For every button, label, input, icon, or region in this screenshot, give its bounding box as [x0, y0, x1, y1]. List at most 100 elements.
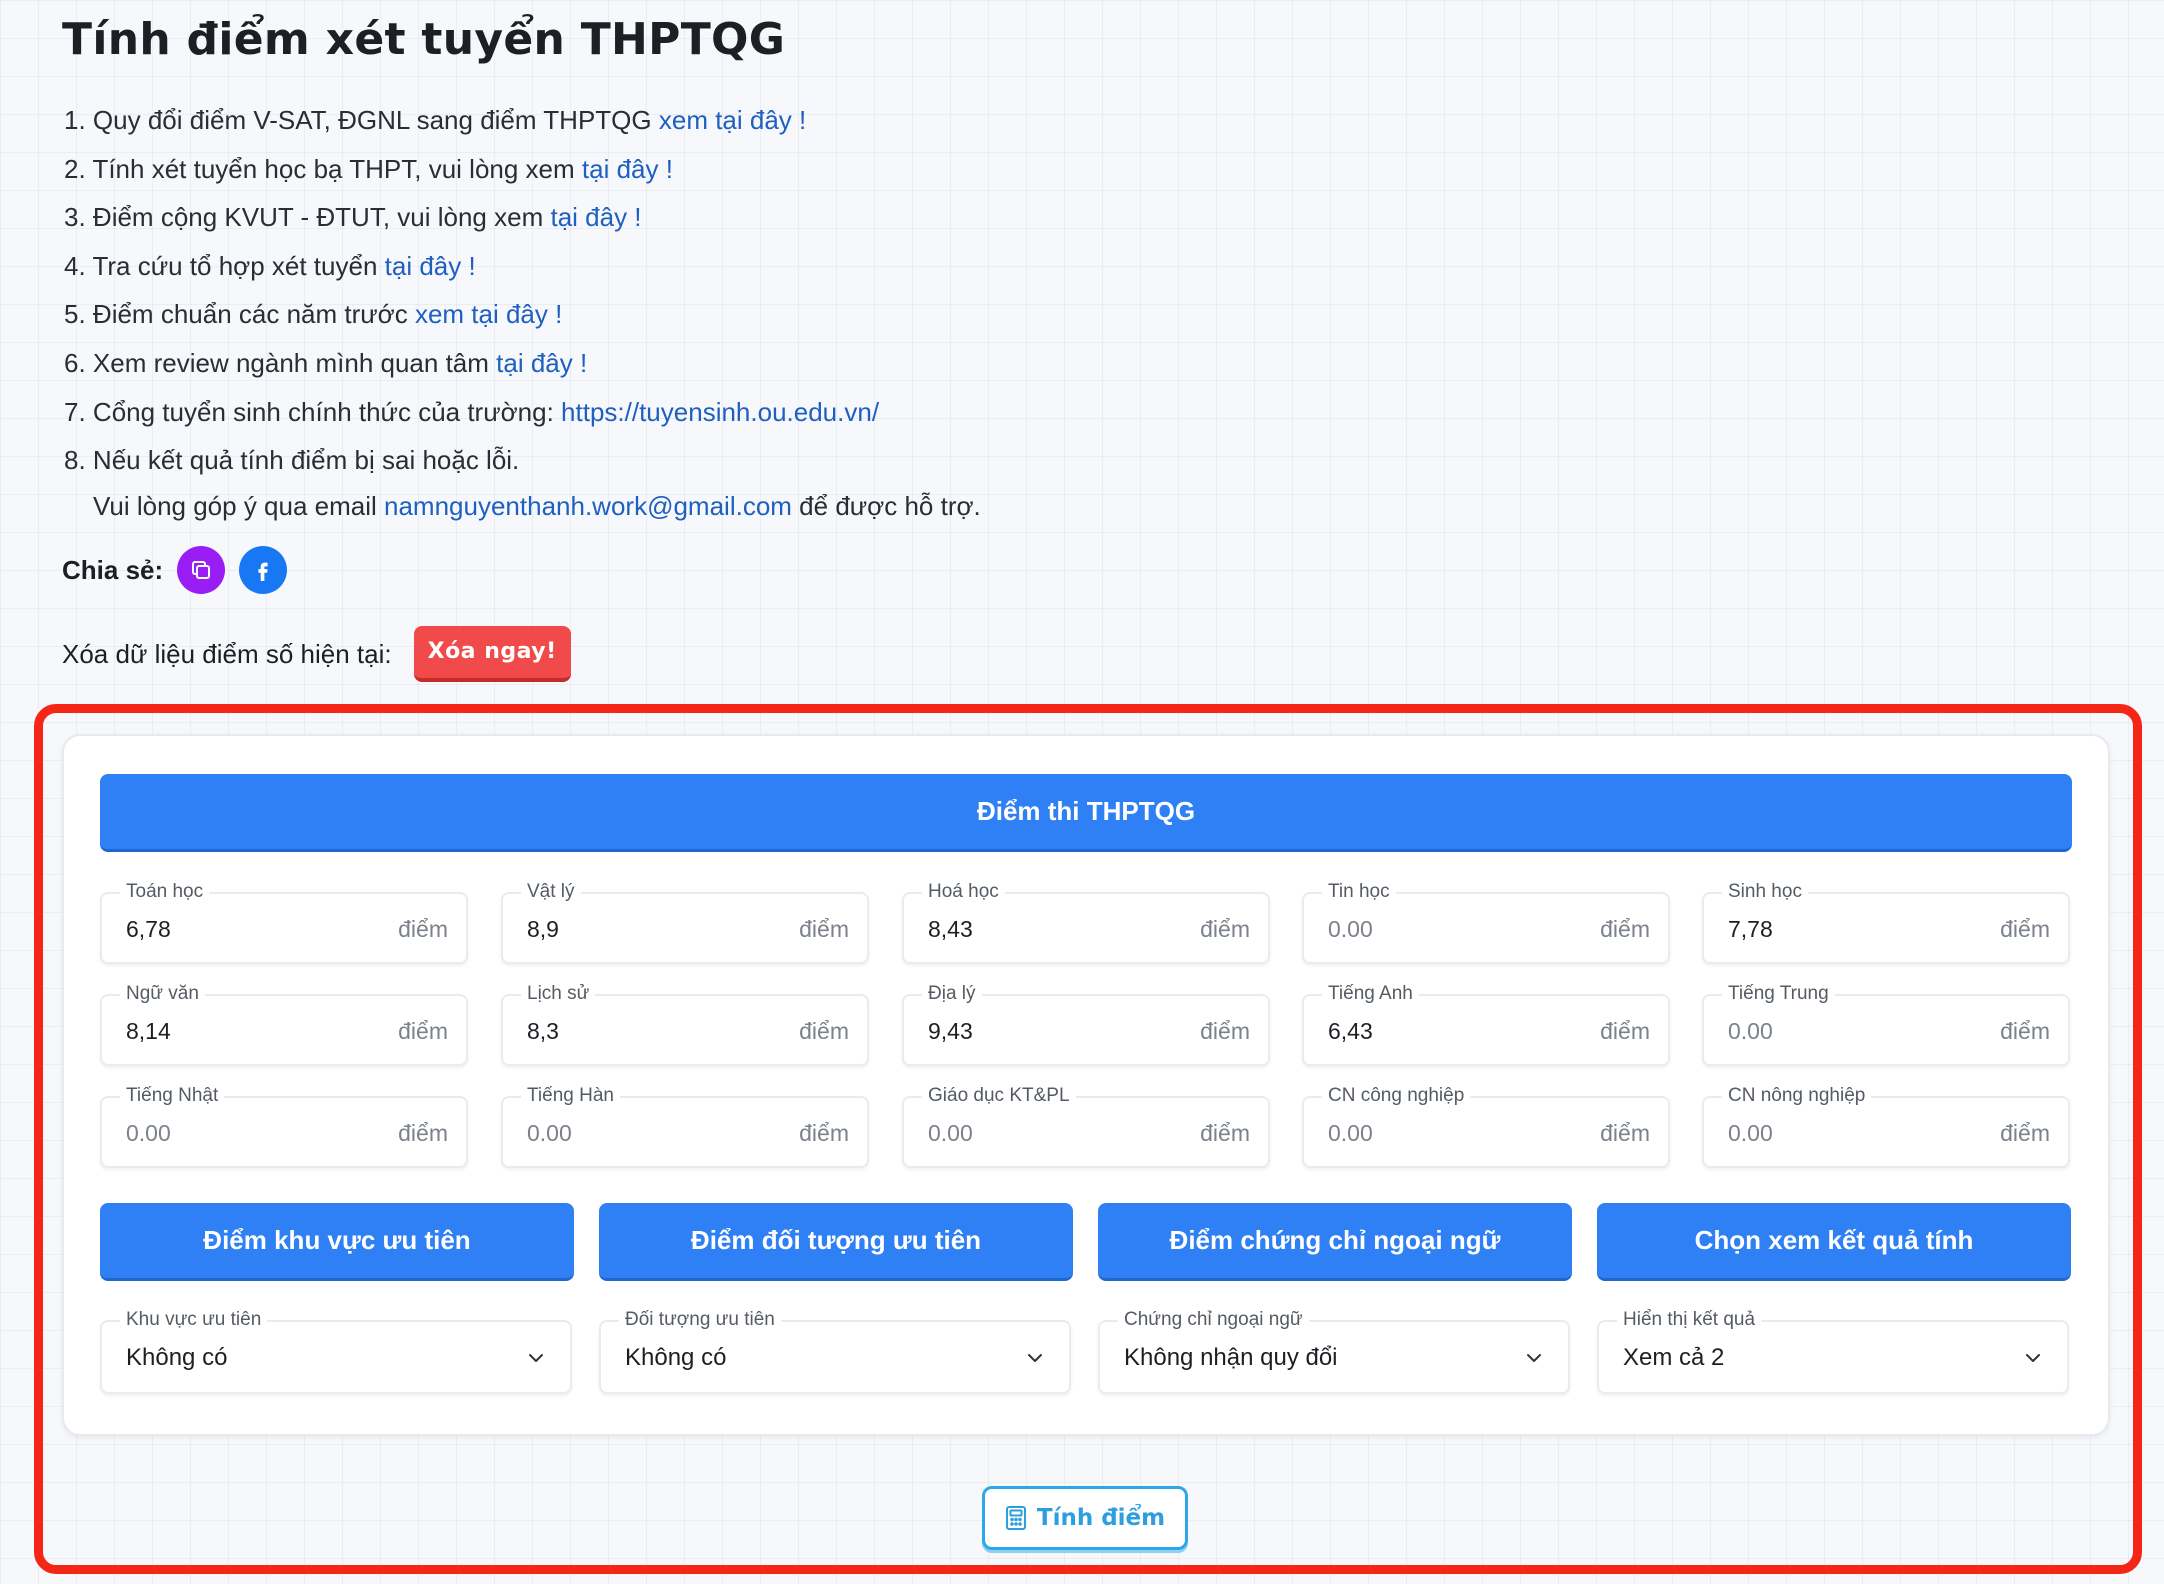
field-unit: điểm: [1600, 1120, 1650, 1146]
kvut-link[interactable]: tại đây !: [550, 202, 641, 232]
field-unit: điểm: [1200, 1018, 1250, 1044]
vsat-convert-link[interactable]: xem tại đây !: [659, 105, 806, 135]
copy-link-button[interactable]: [177, 546, 226, 594]
field-value: 6,78: [126, 916, 171, 942]
result-view-header[interactable]: Chọn xem kết quả tính: [1597, 1203, 2071, 1281]
item-number: 4.: [64, 250, 86, 281]
list-item: 6. Xem review ngành mình quan tâm tại đâ…: [64, 339, 981, 388]
field-placeholder: 0.00: [1328, 1120, 1373, 1146]
field-value: 6,43: [1328, 1018, 1373, 1044]
select-label: Đối tượng ưu tiên: [619, 1309, 781, 1331]
field-value: 8,3: [527, 1018, 559, 1044]
field-unit: điểm: [398, 1018, 448, 1044]
tohop-link[interactable]: tại đây !: [385, 251, 476, 281]
item-text: Tra cứu tổ hợp xét tuyển: [92, 250, 385, 281]
item-text: Điểm cộng KVUT - ĐTUT, vui lòng xem: [92, 202, 551, 233]
field-value: 8,43: [928, 916, 973, 942]
field-unit: điểm: [1200, 1120, 1250, 1146]
share-label: Chia sẻ:: [62, 554, 164, 585]
email-link[interactable]: namnguyenthanh.work@gmail.com: [384, 491, 792, 521]
calculator-icon: [1005, 1506, 1026, 1530]
score-field-nguvan[interactable]: Ngữ văn 8,14 điểm: [100, 983, 468, 1066]
field-label: CN công nghiệp: [1322, 1085, 1471, 1107]
score-field-tiengtrung[interactable]: Tiếng Trung 0.00 điểm: [1702, 983, 2070, 1066]
field-placeholder: 0.00: [1328, 916, 1373, 942]
facebook-share-button[interactable]: [239, 546, 288, 594]
calculate-label: Tính điểm: [1036, 1505, 1166, 1531]
field-placeholder: 0.00: [928, 1120, 973, 1146]
clear-now-button[interactable]: Xóa ngay!: [413, 626, 571, 682]
field-unit: điểm: [398, 1120, 448, 1146]
list-item: 8. Nếu kết quả tính điểm bị sai hoặc lỗi…: [64, 436, 981, 527]
review-link[interactable]: tại đây !: [496, 348, 587, 378]
field-label: Toán học: [120, 881, 210, 903]
select-value: Không có: [625, 1344, 727, 1371]
score-field-tienganh[interactable]: Tiếng Anh 6,43 điểm: [1302, 983, 1670, 1066]
priority-area-header[interactable]: Điểm khu vực ưu tiên: [100, 1203, 574, 1281]
field-label: CN nông nghiệp: [1722, 1085, 1872, 1107]
priority-group-select[interactable]: Đối tượng ưu tiên Không có: [599, 1309, 1071, 1394]
portal-link[interactable]: https://tuyensinh.ou.edu.vn/: [561, 397, 879, 427]
field-placeholder: 0.00: [527, 1120, 572, 1146]
select-value: Không nhận quy đổi: [1124, 1344, 1338, 1371]
language-cert-header[interactable]: Điểm chứng chỉ ngoại ngữ: [1098, 1203, 1572, 1281]
item-number: 1.: [64, 105, 86, 135]
item-text: để được hỗ trợ.: [791, 490, 981, 521]
field-label: Tiếng Hàn: [521, 1085, 620, 1107]
page: Tính điểm xét tuyển THPTQG 1. Quy đổi đi…: [0, 0, 2164, 1584]
diem-chuan-link[interactable]: xem tại đây !: [415, 299, 562, 329]
calculate-button[interactable]: Tính điểm: [982, 1486, 1188, 1550]
score-field-sinhhoc[interactable]: Sinh học 7,78 điểm: [1702, 881, 2070, 964]
item-text: Cổng tuyển sinh chính thức của trường:: [92, 396, 562, 427]
score-field-tinhoc[interactable]: Tin học 0.00 điểm: [1302, 881, 1670, 964]
exam-score-header[interactable]: Điểm thi THPTQG: [100, 774, 2072, 852]
list-item: 4. Tra cứu tổ hợp xét tuyển tại đây !: [64, 242, 981, 291]
score-field-cn-congnghiep[interactable]: CN công nghiệp 0.00 điểm: [1302, 1085, 1670, 1168]
score-field-tiengnhat[interactable]: Tiếng Nhật 0.00 điểm: [100, 1085, 468, 1168]
field-placeholder: 0.00: [1728, 1120, 1773, 1146]
language-cert-select[interactable]: Chứng chỉ ngoại ngữ Không nhận quy đổi: [1098, 1309, 1570, 1394]
info-list: 1. Quy đổi điểm V-SAT, ĐGNL sang điểm TH…: [64, 96, 981, 527]
field-unit: điểm: [799, 916, 849, 942]
result-view-select[interactable]: Hiển thị kết quả Xem cả 2: [1597, 1309, 2069, 1394]
field-label: Giáo dục KT&PL: [922, 1085, 1076, 1107]
field-unit: điểm: [1200, 916, 1250, 942]
field-unit: điểm: [1600, 916, 1650, 942]
select-label: Khu vực ưu tiên: [120, 1309, 268, 1331]
page-title: Tính điểm xét tuyển THPTQG: [62, 14, 786, 65]
share-row: Chia sẻ:: [62, 546, 301, 594]
field-value: 9,43: [928, 1018, 973, 1044]
score-field-toan[interactable]: Toán học 6,78 điểm: [100, 881, 468, 964]
score-field-vatly[interactable]: Vật lý 8,9 điểm: [501, 881, 869, 964]
item-number: 7.: [64, 396, 86, 427]
select-label: Chứng chỉ ngoại ngữ: [1118, 1309, 1309, 1331]
priority-group-header[interactable]: Điểm đối tượng ưu tiên: [599, 1203, 1073, 1281]
field-label: Tiếng Trung: [1722, 983, 1835, 1005]
item-number: 6.: [64, 347, 86, 378]
score-field-lichsu[interactable]: Lịch sử 8,3 điểm: [501, 983, 869, 1066]
item-text: Nếu kết quả tính điểm bị sai hoặc lỗi.: [92, 445, 520, 476]
field-placeholder: 0.00: [1728, 1018, 1773, 1044]
field-label: Ngữ văn: [120, 983, 205, 1005]
field-label: Tiếng Anh: [1322, 983, 1419, 1005]
chevron-down-icon: [529, 1354, 543, 1362]
priority-area-select[interactable]: Khu vực ưu tiên Không có: [100, 1309, 572, 1394]
field-placeholder: 0.00: [126, 1120, 171, 1146]
score-field-dialy[interactable]: Địa lý 9,43 điểm: [902, 983, 1270, 1066]
field-value: 8,14: [126, 1018, 171, 1044]
field-unit: điểm: [799, 1018, 849, 1044]
item-number: 8.: [64, 445, 86, 476]
select-label: Hiển thị kết quả: [1617, 1309, 1762, 1331]
hocba-link[interactable]: tại đây !: [582, 154, 673, 184]
item-text: Điểm chuẩn các năm trước: [92, 299, 415, 330]
copy-icon: [192, 561, 211, 579]
item-continuation: Vui lòng góp ý qua email namnguyenthanh.…: [64, 485, 981, 527]
score-field-gdktpl[interactable]: Giáo dục KT&PL 0.00 điểm: [902, 1085, 1270, 1168]
score-field-cn-nongnghiep[interactable]: CN nông nghiệp 0.00 điểm: [1702, 1085, 2070, 1168]
chevron-down-icon: [1028, 1354, 1042, 1362]
field-unit: điểm: [2000, 1018, 2050, 1044]
score-field-hoahoc[interactable]: Hoá học 8,43 điểm: [902, 881, 1270, 964]
score-field-tienghan[interactable]: Tiếng Hàn 0.00 điểm: [501, 1085, 869, 1168]
field-label: Lịch sử: [521, 983, 596, 1005]
list-item: 5. Điểm chuẩn các năm trước xem tại đây …: [64, 290, 981, 339]
